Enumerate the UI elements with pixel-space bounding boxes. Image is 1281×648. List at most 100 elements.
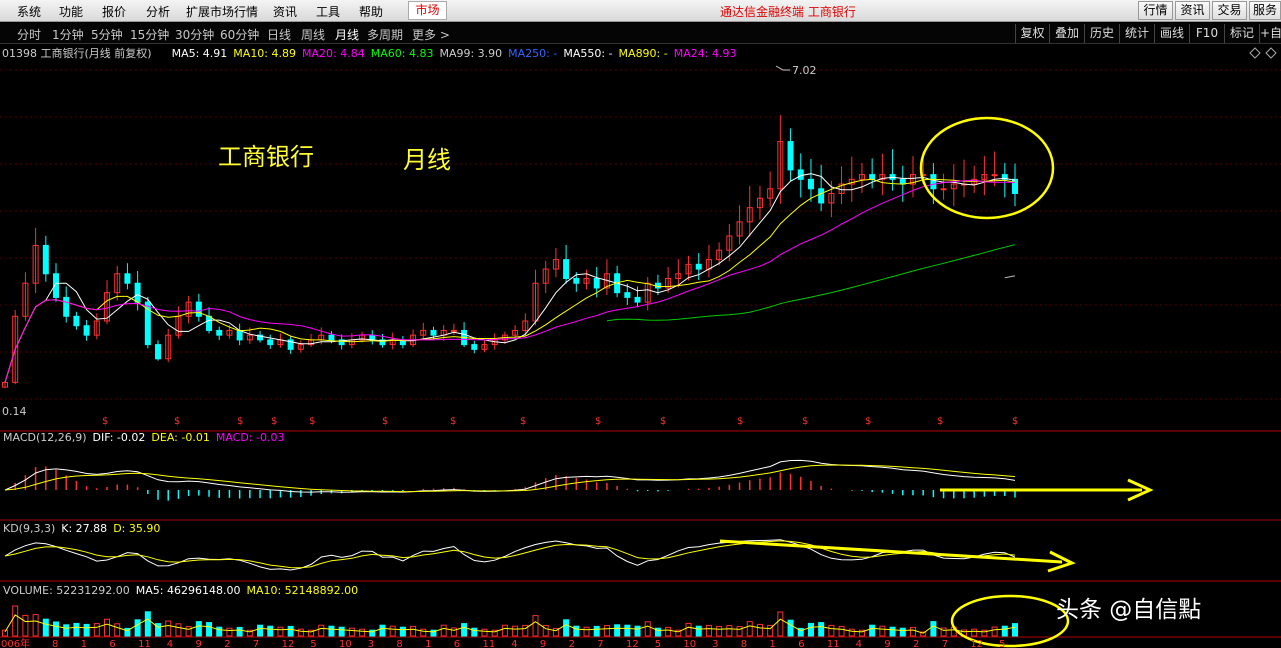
volume-bar-99: [1012, 623, 1018, 637]
x-label-10: 5: [310, 639, 316, 648]
ma-legend-item-2: MA20: 4.84: [302, 47, 365, 60]
menu-help[interactable]: 帮助: [359, 3, 383, 20]
volume-bar-16: [165, 620, 172, 637]
custom-button[interactable]: +自: [1259, 24, 1281, 43]
volume-bar-82: [838, 625, 845, 637]
volume-bar-89: [909, 626, 916, 637]
ma-legend-item-8: MA24: 4.93: [674, 47, 737, 60]
dividend-marker-11: $: [802, 416, 808, 427]
adjust-price-button[interactable]: 复权: [1015, 24, 1049, 43]
x-label-13: 8: [396, 639, 402, 648]
volume-bar-37: [379, 624, 386, 637]
volume-bar-5: [53, 621, 60, 637]
menu-bar: 系统 功能 报价 分析 扩展市场行情 资讯 工具 帮助 市场 通达信金融终端 工…: [0, 0, 1281, 22]
volume-bar-38: [389, 625, 396, 637]
volume-bar-56: [573, 625, 580, 637]
trade-button[interactable]: 交易: [1212, 1, 1247, 20]
candle-body-77: [787, 141, 794, 171]
period-60min[interactable]: 60分钟: [220, 26, 259, 43]
period-multi[interactable]: 多周期: [367, 26, 403, 43]
volume-bar-88: [899, 627, 906, 637]
dividend-marker-0: $: [102, 416, 108, 427]
period-weekly[interactable]: 周线: [301, 26, 325, 43]
volume-bar-8: [83, 623, 90, 637]
x-label-4: 11: [138, 639, 151, 648]
x-label-30: 9: [884, 639, 890, 648]
macd-legend: MACD(12,26,9) DIF: -0.02 DEA: -0.01 MACD: -…: [3, 431, 284, 444]
macd-arrow: [940, 478, 1154, 502]
volume-bar-22: [226, 627, 233, 637]
overlay-button[interactable]: 叠加: [1049, 24, 1084, 43]
period-more[interactable]: 更多 >: [412, 26, 450, 43]
period-1min[interactable]: 1分钟: [52, 26, 84, 43]
volume-bar-18: [185, 626, 192, 637]
dividend-marker-10: $: [737, 416, 743, 427]
x-label-12: 3: [368, 639, 374, 648]
vol-legend-item-0: VOLUME: 52231292.00: [3, 584, 130, 597]
menu-extended-market[interactable]: 扩展市场行情: [186, 3, 258, 20]
volume-bar-91: [930, 621, 937, 637]
dividend-marker-14: $: [1012, 416, 1018, 427]
watermark: 头条 @自信點: [1056, 597, 1202, 623]
highlight-circle-price: [919, 116, 1055, 220]
volume-bar-87: [889, 626, 896, 637]
volume-bar-40: [410, 625, 417, 637]
x-label-11: 10: [339, 639, 352, 648]
menu-news[interactable]: 资讯: [273, 3, 297, 20]
period-30min[interactable]: 30分钟: [175, 26, 214, 43]
menu-function[interactable]: 功能: [59, 3, 83, 20]
dividend-marker-13: $: [937, 416, 943, 427]
candle-body-15: [155, 344, 162, 360]
volume-bar-60: [614, 624, 621, 637]
x-label-21: 12: [626, 639, 639, 648]
menu-system[interactable]: 系统: [17, 3, 41, 20]
volume-bar-20: [206, 622, 213, 637]
volume-bar-98: [1001, 625, 1008, 637]
ma-legend-item-5: MA250: -: [508, 47, 557, 60]
period-daily[interactable]: 日线: [267, 26, 291, 43]
history-button[interactable]: 历史: [1084, 24, 1119, 43]
market-button[interactable]: 市场: [408, 1, 447, 20]
vol-legend-item-2: MA10: 52148892.00: [246, 584, 358, 597]
menu-analysis[interactable]: 分析: [146, 3, 170, 20]
app-title: 通达信金融终端 工商银行: [720, 5, 856, 19]
ma-legend-item-4: MA99: 3.90: [439, 47, 502, 60]
ma99-line: [1004, 275, 1016, 279]
mark-button[interactable]: 标记: [1224, 24, 1259, 43]
candle-body-13: [134, 282, 141, 303]
news-button[interactable]: 资讯: [1175, 1, 1210, 20]
period-intraday[interactable]: 分时: [17, 26, 41, 43]
x-label-22: 5: [655, 639, 661, 648]
service-button[interactable]: 服务: [1249, 1, 1281, 20]
dividend-marker-9: $: [660, 416, 666, 427]
kd-arrow: [719, 539, 1076, 573]
volume-bar-77: [787, 619, 794, 637]
menu-quote[interactable]: 报价: [102, 3, 126, 20]
volume-bar-43: [440, 624, 447, 637]
quote-button[interactable]: 行情: [1138, 1, 1173, 20]
menu-tools[interactable]: 工具: [316, 3, 340, 20]
low-price-label: 0.14: [2, 405, 27, 418]
volume-bar-21: [216, 626, 223, 637]
period-monthly[interactable]: 月线: [335, 26, 359, 43]
volume-legend: VOLUME: 52231292.00 MA5: 46296148.00 MA10:…: [3, 584, 358, 597]
dividend-marker-7: $: [520, 416, 526, 427]
volume-bar-67: [685, 622, 692, 637]
f10-button[interactable]: F10: [1189, 24, 1224, 43]
kd-legend: KD(9,3,3) K: 27.88 D: 35.90: [3, 522, 160, 535]
volume-bar-83: [848, 628, 855, 637]
period-15min[interactable]: 15分钟: [130, 26, 169, 43]
x-label-5: 4: [167, 639, 173, 648]
diamond-icon[interactable]: [1249, 47, 1261, 59]
volume-bar-9: [93, 623, 100, 637]
candle-body-23: [236, 329, 243, 341]
period-5min[interactable]: 5分钟: [91, 26, 123, 43]
diamond-icon-2[interactable]: [1265, 47, 1277, 59]
volume-bar-23: [236, 626, 243, 637]
volume-bar-52: [532, 615, 539, 637]
volume-bar-61: [624, 624, 631, 637]
statistics-button[interactable]: 统计: [1119, 24, 1154, 43]
draw-line-button[interactable]: 画线: [1154, 24, 1189, 43]
dividend-marker-2: $: [237, 416, 243, 427]
ma-legend-item-7: MA890: -: [619, 47, 668, 60]
